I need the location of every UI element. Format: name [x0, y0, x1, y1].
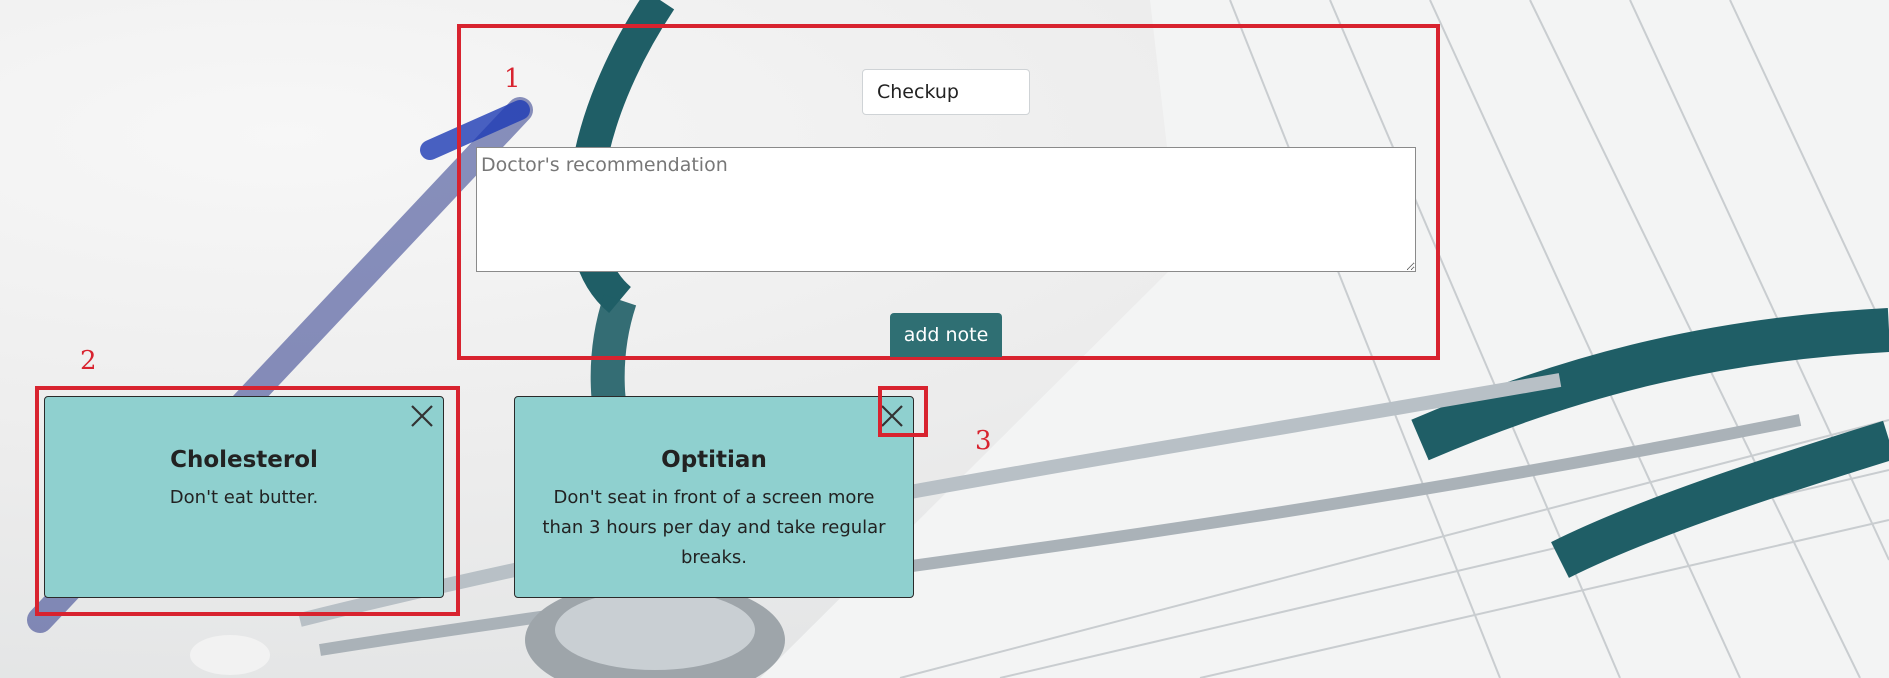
add-note-button[interactable]: add note: [890, 313, 1002, 357]
annotation-label-2: 2: [80, 346, 97, 376]
annotation-label-1: 1: [504, 64, 521, 94]
note-content: Don't eat butter.: [169, 487, 319, 508]
annotation-box-3: [878, 386, 928, 437]
note-card: Optitian Don't seat in front of a screen…: [514, 396, 914, 598]
note-title-input[interactable]: [862, 69, 1030, 115]
note-title: Optitian: [661, 447, 767, 473]
close-icon[interactable]: [407, 401, 437, 431]
note-content: Don't seat in front of a screen more tha…: [542, 487, 886, 568]
note-content-textarea[interactable]: [476, 147, 1416, 272]
note-title: Cholesterol: [170, 447, 318, 473]
note-card: Cholesterol Don't eat butter.: [44, 396, 444, 598]
annotation-label-3: 3: [975, 426, 992, 456]
